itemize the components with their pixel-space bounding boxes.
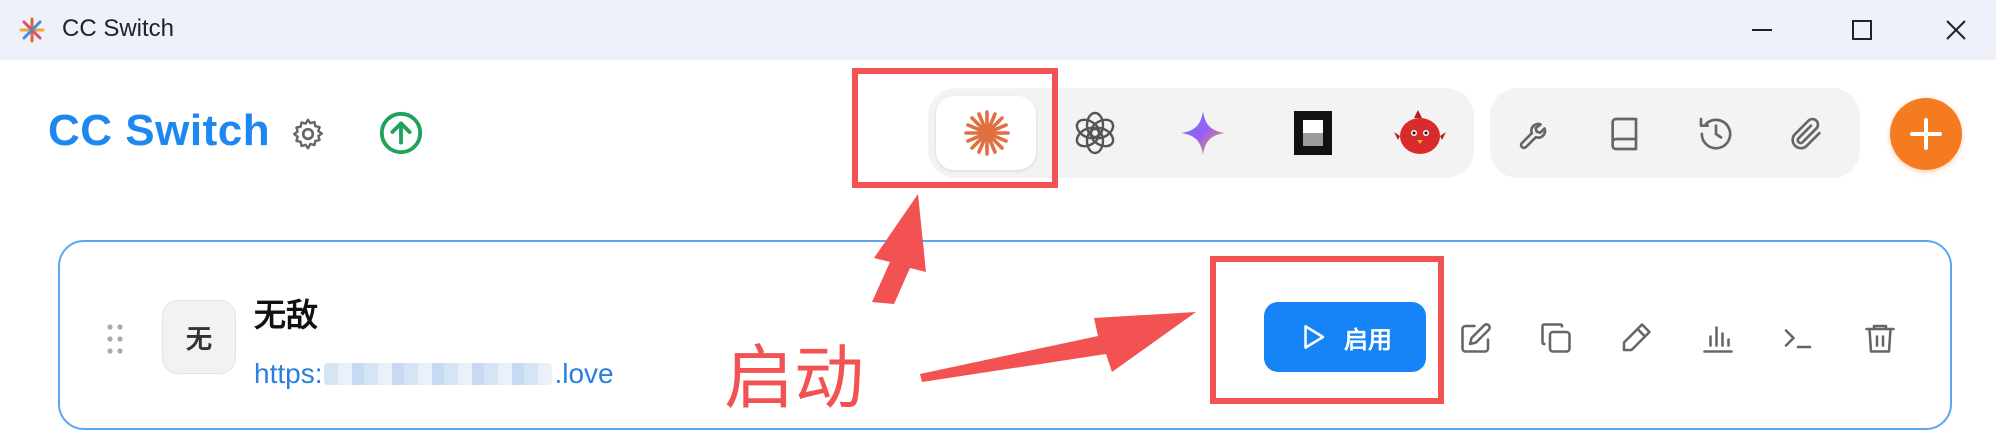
plus-icon: [1910, 118, 1942, 150]
opencode-square-icon[interactable]: [1290, 108, 1336, 158]
window-title: CC Switch: [62, 15, 175, 42]
openai-knot-icon[interactable]: [1072, 110, 1118, 156]
provider-url[interactable]: https: .love: [254, 358, 614, 390]
bar-chart-icon[interactable]: [1700, 320, 1736, 356]
maximize-button[interactable]: [1822, 0, 1902, 60]
terminal-icon[interactable]: [1780, 320, 1816, 356]
minimize-button[interactable]: [1722, 0, 1802, 60]
paperclip-icon[interactable]: [1786, 114, 1826, 154]
copy-icon[interactable]: [1538, 320, 1574, 356]
provider-card[interactable]: [58, 240, 1952, 430]
provider-avatar: 无: [162, 300, 236, 374]
highlight-box-claude-tab: [852, 68, 1058, 188]
title-bar: CC Switch: [0, 0, 1996, 60]
book-icon[interactable]: [1606, 114, 1646, 154]
gemini-sparkle-icon[interactable]: [1178, 108, 1228, 158]
minimize-icon: [1752, 29, 1772, 31]
pen-icon[interactable]: [1618, 320, 1654, 356]
maximize-icon: [1852, 20, 1872, 40]
drag-handle-icon[interactable]: [104, 322, 126, 356]
brand-title: CC Switch: [48, 106, 271, 155]
starburst-icon: [19, 17, 45, 43]
arrow-up-circle-icon[interactable]: [378, 110, 424, 156]
url-prefix: https:: [254, 358, 323, 389]
close-button[interactable]: [1916, 0, 1996, 60]
red-bird-icon[interactable]: [1394, 106, 1446, 160]
highlight-box-enable-button: [1210, 256, 1444, 404]
history-icon[interactable]: [1696, 114, 1736, 154]
gear-icon[interactable]: [290, 116, 326, 152]
provider-name: 无敌: [254, 297, 319, 333]
edit-icon[interactable]: [1458, 320, 1494, 356]
url-redacted: [324, 363, 553, 385]
close-icon: [1946, 20, 1966, 40]
wrench-icon[interactable]: [1516, 114, 1556, 154]
url-suffix: .love: [554, 358, 614, 389]
add-provider-button[interactable]: [1890, 98, 1962, 170]
trash-icon[interactable]: [1862, 320, 1898, 356]
annotation-label: 启动: [724, 337, 864, 419]
